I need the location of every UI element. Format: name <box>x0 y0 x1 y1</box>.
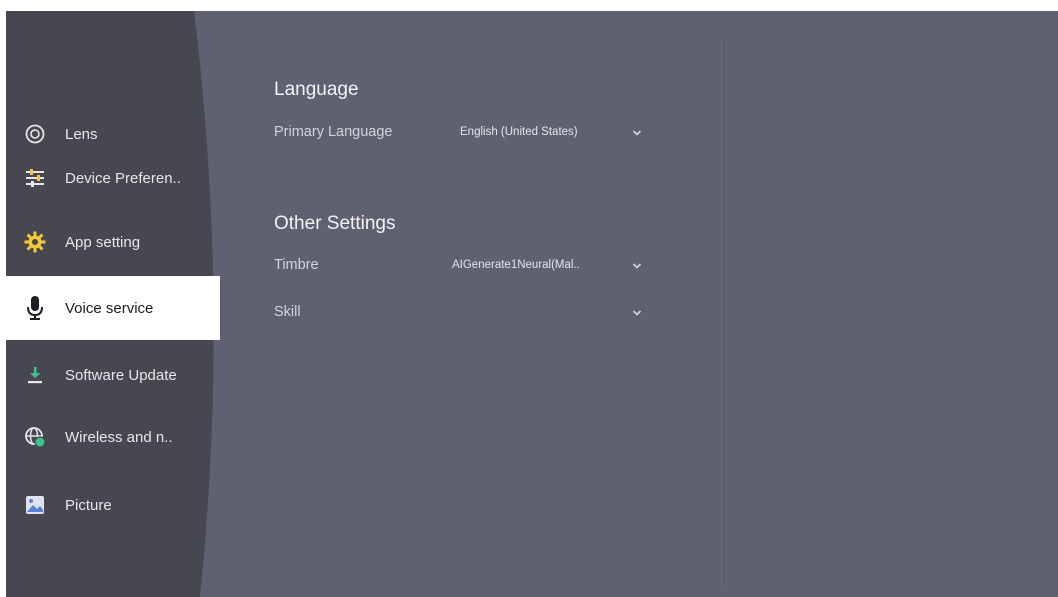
sidebar-item-label: Wireless and n.. <box>65 428 173 446</box>
sidebar-item-software-update[interactable]: Software Update <box>6 343 218 407</box>
section-title-other-settings: Other Settings <box>274 213 396 234</box>
timbre-label: Timbre <box>274 257 319 273</box>
chevron-down-icon <box>632 130 642 136</box>
sidebar-item-label: Voice service <box>65 299 154 317</box>
chevron-down-icon <box>632 310 642 316</box>
sidebar-item-app-setting[interactable]: App setting <box>6 210 218 274</box>
sidebar-item-picture[interactable]: Picture <box>6 473 211 537</box>
sliders-icon <box>24 167 46 189</box>
primary-language-value: English (United States) <box>460 126 578 138</box>
skill-label: Skill <box>274 304 301 320</box>
gear-icon <box>24 231 46 253</box>
download-icon <box>24 364 46 386</box>
sidebar: Lens Device Preferen.. App setting Voice… <box>6 11 246 597</box>
section-title-language: Language <box>274 79 359 100</box>
lens-icon <box>24 123 46 145</box>
sidebar-item-label: Lens <box>65 125 98 143</box>
skill-dropdown[interactable] <box>446 298 652 326</box>
primary-language-label: Primary Language <box>274 124 393 140</box>
timbre-value: AIGenerate1Neural(Mal.. <box>452 259 580 271</box>
sidebar-item-label: Device Preferen.. <box>65 169 181 187</box>
sidebar-item-label: Picture <box>65 496 112 514</box>
picture-icon <box>24 494 46 516</box>
sidebar-item-label: App setting <box>65 233 141 251</box>
sidebar-item-voice-service[interactable]: Voice service <box>6 276 220 340</box>
globe-network-icon <box>24 426 46 448</box>
settings-screen: Lens Device Preferen.. App setting Voice… <box>6 11 1058 597</box>
microphone-icon <box>24 296 46 320</box>
sidebar-item-label: Software Update <box>65 366 177 384</box>
panel-divider <box>721 39 722 587</box>
sidebar-item-device-preferences[interactable]: Device Preferen.. <box>6 146 216 210</box>
sidebar-item-wireless-and-networks[interactable]: Wireless and n.. <box>6 405 216 469</box>
chevron-down-icon <box>632 263 642 269</box>
